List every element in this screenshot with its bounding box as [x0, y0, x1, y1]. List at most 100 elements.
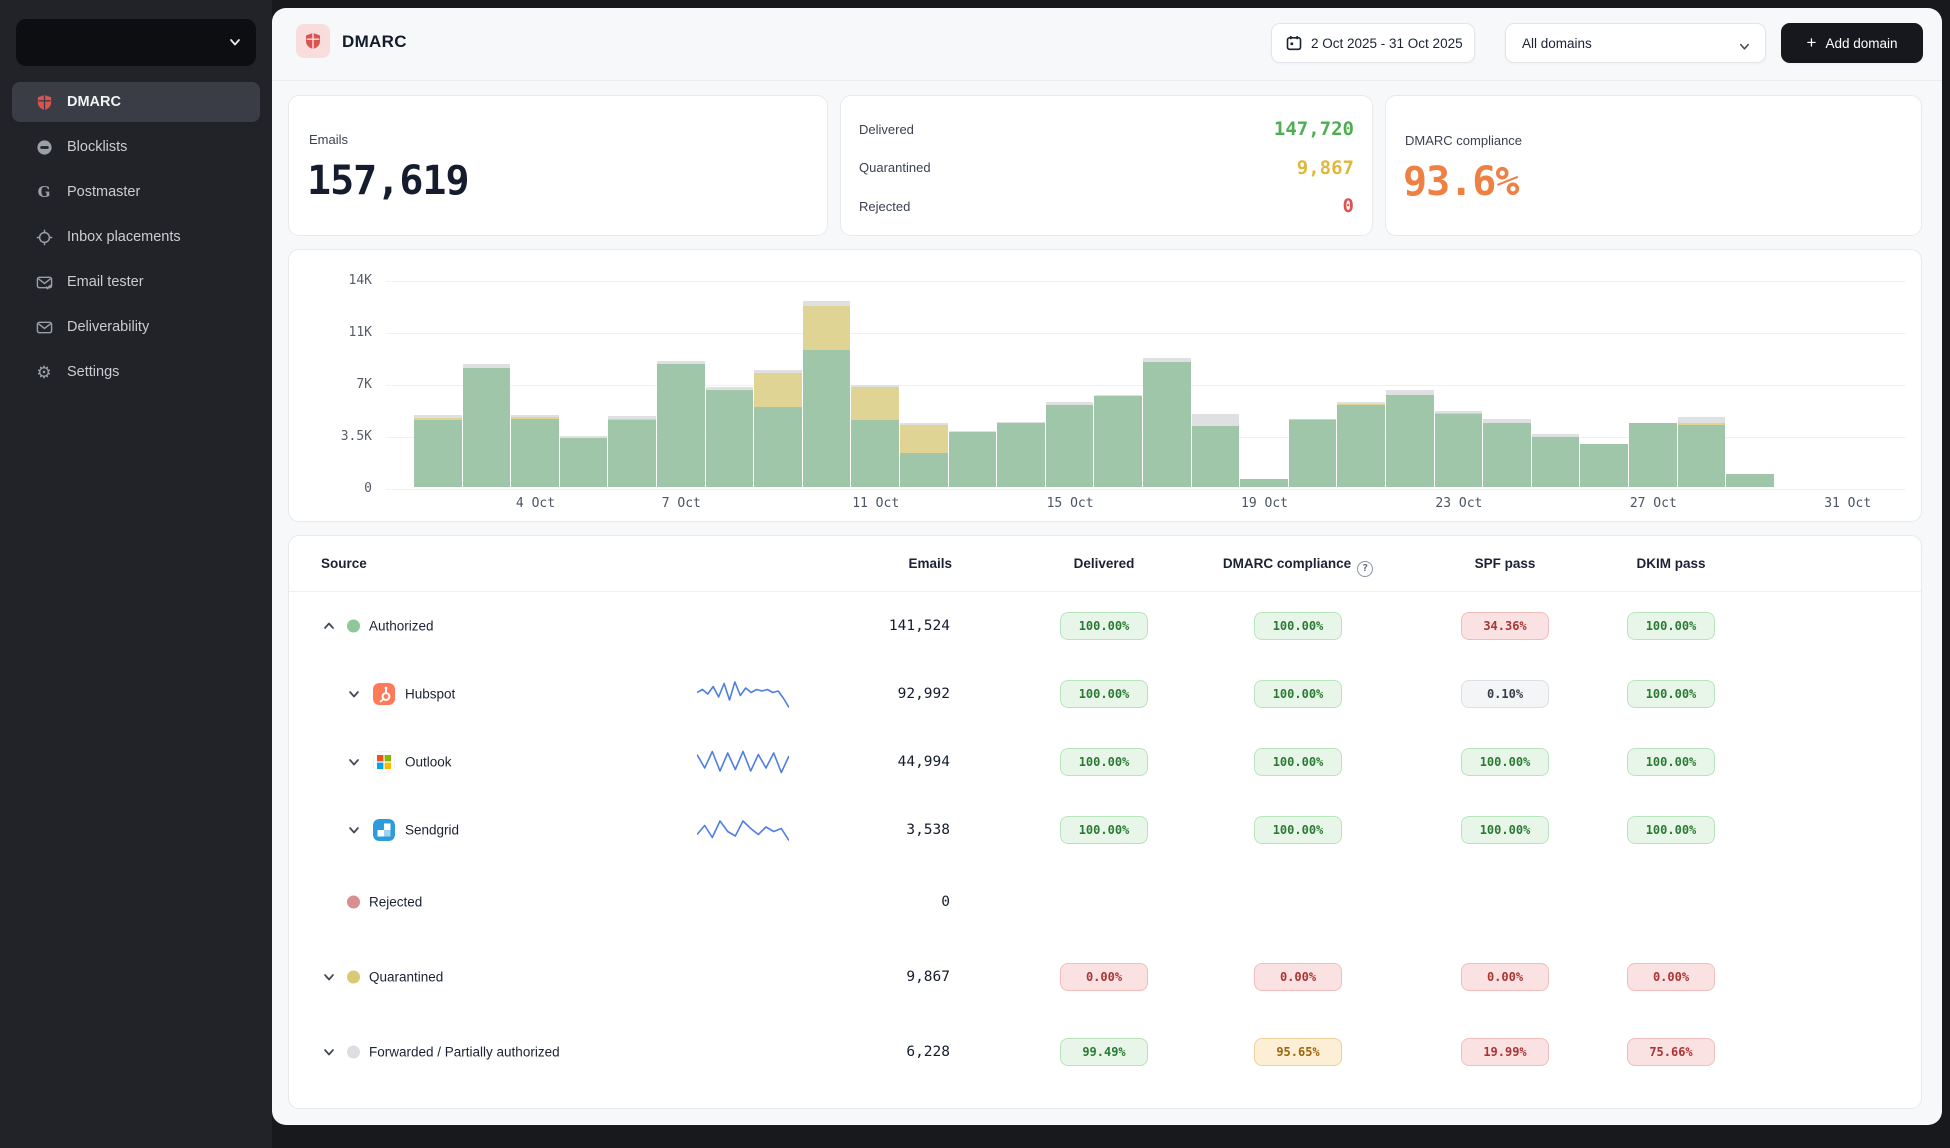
workspace-selector[interactable]	[16, 19, 256, 66]
status-breakdown-card: Delivered147,720 Quarantined 9,867 Rejected…	[840, 95, 1373, 236]
add-domain-button[interactable]: + Add domain	[1781, 23, 1923, 63]
sidebar-item-inbox-placements[interactable]: Inbox placements	[12, 217, 260, 257]
bar-segment-delivered	[414, 420, 462, 487]
bar-segment-delivered	[1678, 425, 1726, 487]
status-value: 0	[1343, 195, 1354, 217]
add-domain-label: Add domain	[1825, 36, 1897, 51]
compliance-value: 93.6%	[1403, 159, 1518, 205]
domain-filter-select[interactable]: All domains	[1505, 23, 1766, 63]
bar-segment-delivered	[1435, 414, 1483, 487]
sidebar-item-postmaster[interactable]: GPostmaster	[12, 172, 260, 212]
bar-14-oct[interactable]	[997, 422, 1045, 487]
volume-sparkline	[697, 812, 789, 848]
status-row-rejected: Rejected 0	[859, 196, 1354, 216]
col-header-emails: Emails	[885, 556, 952, 571]
envelope-icon	[34, 317, 54, 337]
bar-8-oct[interactable]	[706, 387, 754, 487]
bar-9-oct[interactable]	[754, 370, 802, 487]
page-header: DMARC 2 Oct 2025 - 31 Oct 2025 All domai…	[272, 8, 1942, 81]
delivered-badge: 100.00%	[1060, 612, 1148, 640]
target-icon	[34, 227, 54, 247]
bar-segment-delivered	[1046, 405, 1094, 487]
bar-16-oct[interactable]	[1094, 395, 1142, 487]
dmarc-shield-icon	[296, 24, 330, 58]
category-dot	[347, 620, 360, 633]
emails-count: 6,228	[906, 1044, 950, 1060]
bar-segment-delivered	[949, 432, 997, 487]
bar-28-oct[interactable]	[1678, 417, 1726, 487]
bar-25-oct[interactable]	[1532, 434, 1580, 487]
dkim-pass-badge: 0.00%	[1627, 963, 1715, 991]
bar-15-oct[interactable]	[1046, 402, 1094, 487]
bar-22-oct[interactable]	[1386, 390, 1434, 487]
bar-12-oct[interactable]	[900, 423, 948, 487]
bar-2-oct[interactable]	[414, 415, 462, 487]
status-row-delivered: Delivered147,720	[859, 119, 1354, 139]
sidebar-item-label: Settings	[67, 364, 119, 380]
chevron-down-icon[interactable]	[346, 686, 362, 702]
bar-29-oct[interactable]	[1726, 474, 1774, 487]
dmarc-compliance-badge: 95.65%	[1254, 1038, 1342, 1066]
bar-18-oct[interactable]	[1192, 414, 1240, 487]
date-range-value: 2 Oct 2025 - 31 Oct 2025	[1311, 36, 1463, 51]
col-header-spf: SPF pass	[1455, 556, 1555, 571]
email-check-icon	[34, 272, 54, 292]
delivered-badge: 100.00%	[1060, 748, 1148, 776]
bar-segment-delivered	[511, 419, 559, 487]
bar-23-oct[interactable]	[1435, 411, 1483, 487]
bar-19-oct[interactable]	[1240, 479, 1288, 487]
bar-11-oct[interactable]	[851, 385, 899, 487]
table-row-forwarded-partially-authorized: Forwarded / Partially authorized6,22899.…	[289, 1014, 1921, 1089]
source-label: Hubspot	[405, 687, 455, 702]
bar-segment-delivered	[706, 390, 754, 487]
bar-segment-quarantined	[803, 306, 851, 351]
status-label: Quarantined	[859, 160, 931, 175]
x-axis-tick: 7 Oct	[636, 496, 726, 511]
category-dot	[347, 970, 360, 983]
bar-5-oct[interactable]	[560, 436, 608, 487]
source-label: Outlook	[405, 755, 452, 770]
bar-segment-delivered	[997, 423, 1045, 487]
bar-17-oct[interactable]	[1143, 358, 1191, 487]
date-range-picker[interactable]: 2 Oct 2025 - 31 Oct 2025	[1271, 23, 1475, 63]
bar-24-oct[interactable]	[1483, 419, 1531, 487]
chevron-down-icon[interactable]	[321, 969, 337, 985]
bar-segment-delivered	[1386, 395, 1434, 487]
help-icon[interactable]: ?	[1357, 561, 1373, 577]
dmarc-compliance-badge: 100.00%	[1254, 680, 1342, 708]
bar-3-oct[interactable]	[463, 364, 511, 487]
bar-segment-quarantined	[900, 425, 948, 453]
chevron-down-icon[interactable]	[346, 754, 362, 770]
google-icon: G	[34, 182, 54, 202]
dmarc-compliance-badge: 100.00%	[1254, 612, 1342, 640]
bar-segment-delivered	[1240, 479, 1288, 487]
status-label: Rejected	[859, 199, 910, 214]
sidebar-item-deliverability[interactable]: Deliverability	[12, 307, 260, 347]
bar-6-oct[interactable]	[608, 416, 656, 487]
emails-count: 0	[941, 894, 950, 910]
bar-segment-delivered	[1532, 437, 1580, 488]
x-axis-tick: 15 Oct	[1025, 496, 1115, 511]
chevron-down-icon[interactable]	[321, 1044, 337, 1060]
bar-segment-delivered	[560, 438, 608, 487]
sidebar-item-settings[interactable]: ⚙Settings	[12, 352, 260, 392]
bar-4-oct[interactable]	[511, 415, 559, 487]
bar-10-oct[interactable]	[803, 301, 851, 487]
bar-7-oct[interactable]	[657, 361, 705, 487]
chevron-up-icon[interactable]	[321, 618, 337, 634]
calendar-icon	[1286, 35, 1302, 51]
chevron-down-icon	[1738, 40, 1751, 53]
bar-26-oct[interactable]	[1580, 444, 1628, 487]
bar-21-oct[interactable]	[1337, 402, 1385, 487]
status-value: 9,867	[1297, 157, 1354, 179]
bar-13-oct[interactable]	[949, 431, 997, 487]
sidebar-item-email-tester[interactable]: Email tester	[12, 262, 260, 302]
emails-count: 3,538	[906, 822, 950, 838]
sidebar-item-blocklists[interactable]: Blocklists	[12, 127, 260, 167]
bar-27-oct[interactable]	[1629, 423, 1677, 487]
sidebar-item-dmarc[interactable]: DMARC	[12, 82, 260, 122]
spf-pass-badge: 34.36%	[1461, 612, 1549, 640]
chevron-down-icon[interactable]	[346, 822, 362, 838]
bar-20-oct[interactable]	[1289, 419, 1337, 487]
sendgrid-icon	[373, 819, 395, 841]
